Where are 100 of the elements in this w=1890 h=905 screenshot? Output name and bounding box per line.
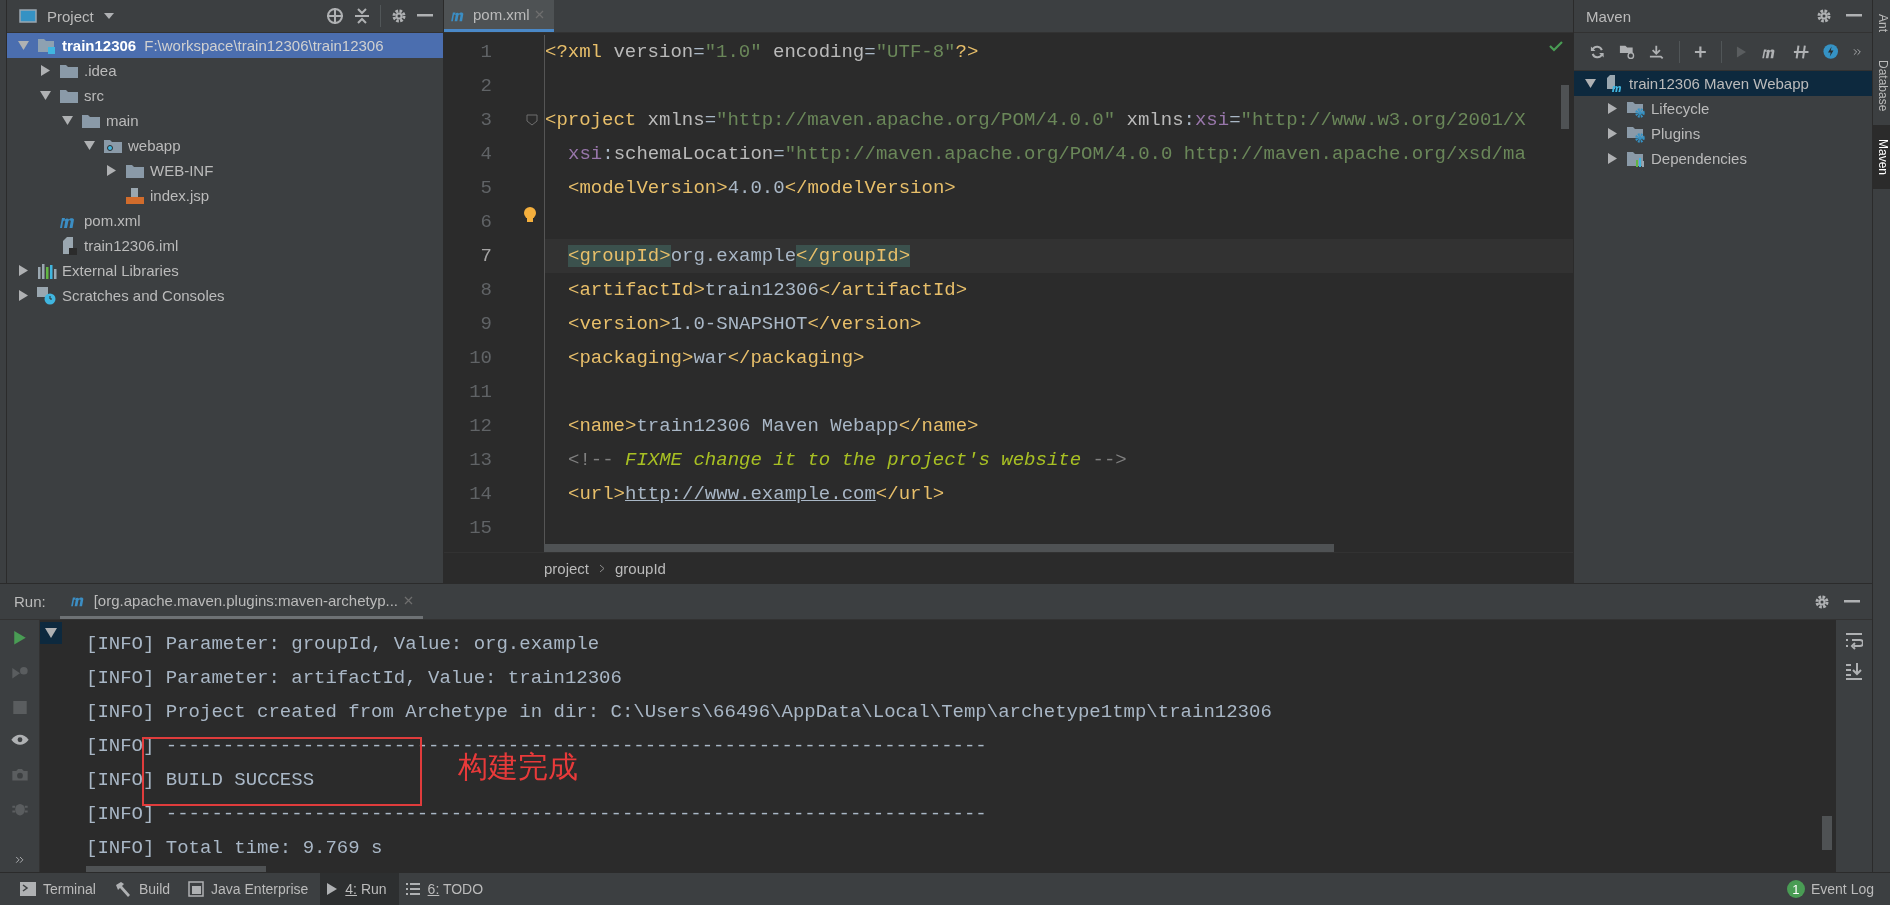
side-tab[interactable]: Ant	[1873, 0, 1890, 46]
line-number: 7	[479, 245, 492, 267]
tree-item[interactable]: Lifecycle	[1574, 96, 1872, 121]
tool-window-tab[interactable]: Java Enterprise	[182, 873, 321, 905]
tool-window-tab[interactable]: 6: TODO	[398, 873, 496, 905]
line-number: 5	[479, 177, 492, 199]
line-number: 14	[468, 483, 492, 505]
panel-title: Run:	[14, 593, 46, 610]
fold-marker-icon[interactable]	[526, 114, 538, 126]
folder-icon	[125, 162, 145, 179]
maven-project-icon	[1604, 74, 1624, 93]
folder-bars-icon	[1626, 149, 1646, 168]
event-log-button[interactable]: Event Log	[1810, 881, 1874, 897]
editor-tab[interactable]: pom.xml	[444, 0, 554, 32]
notification-count: 1	[1786, 880, 1805, 898]
lightbulb-icon[interactable]	[523, 206, 537, 224]
expand-arrow-icon[interactable]	[1606, 128, 1618, 139]
run-icon[interactable]	[12, 630, 27, 646]
download-icon[interactable]	[1648, 43, 1666, 60]
folder-gear-icon	[1626, 99, 1646, 118]
settings-icon[interactable]	[1816, 8, 1832, 24]
folder-refresh-icon[interactable]	[1618, 43, 1635, 60]
run-icon	[326, 882, 339, 896]
tree-item[interactable]: train12306 F:\workspace\train12306\train12306	[7, 33, 443, 58]
hammer-icon	[113, 881, 132, 897]
scrollbar-thumb[interactable]	[1822, 816, 1832, 850]
side-tab[interactable]: Database	[1873, 46, 1890, 126]
folder-icon	[59, 87, 79, 104]
eye-icon[interactable]	[9, 734, 30, 748]
tree-item[interactable]: .idea	[7, 58, 443, 83]
skip-tests-icon[interactable]	[1793, 43, 1810, 60]
tool-window-tab[interactable]: Terminal	[14, 873, 108, 905]
panel-title: Maven	[1586, 7, 1632, 25]
soft-wrap-icon[interactable]	[1845, 632, 1863, 650]
scrollbar-thumb[interactable]	[86, 866, 266, 872]
line-number: 3	[479, 109, 492, 131]
jsp-file-icon	[125, 186, 145, 205]
tree-item[interactable]: Scratches and Consoles	[7, 283, 443, 308]
tree-item[interactable]: train12306 Maven Webapp	[1574, 71, 1872, 96]
line-number: 8	[479, 279, 492, 301]
console-line: [INFO] Project created from Archetype in dir: C:\Users\66496\AppData\Local\Temp\archetype1tmp\train12306	[86, 700, 1272, 725]
tree-item[interactable]: src	[7, 83, 443, 108]
side-tab[interactable]: Maven	[1873, 125, 1890, 190]
tree-item[interactable]: main	[7, 108, 443, 133]
terminal-icon	[20, 882, 36, 896]
tree-item[interactable]: Plugins	[1574, 121, 1872, 146]
line-number: 1	[479, 41, 492, 63]
scrollbar-thumb[interactable]	[1561, 85, 1569, 129]
check-mark-icon	[1549, 41, 1563, 52]
expand-arrow-icon[interactable]	[61, 115, 73, 126]
panel-title[interactable]: Project	[47, 7, 94, 25]
expand-arrow-icon[interactable]	[105, 165, 117, 176]
tree-item[interactable]: train12306.iml	[7, 233, 443, 258]
tree-item[interactable]: External Libraries	[7, 258, 443, 283]
minimize-icon[interactable]	[1846, 14, 1862, 18]
lightning-icon[interactable]	[1823, 43, 1839, 60]
module-folder-icon	[37, 36, 57, 55]
line-number: 12	[468, 415, 492, 437]
scroll-to-end-icon[interactable]	[1845, 662, 1863, 680]
minimize-icon[interactable]	[417, 14, 433, 18]
tree-item[interactable]: index.jsp	[7, 183, 443, 208]
expand-arrow-icon[interactable]	[1606, 153, 1618, 164]
console-line: [INFO] Total time: 9.769 s	[86, 836, 383, 861]
tree-item[interactable]: Dependencies	[1574, 146, 1872, 171]
locate-icon[interactable]	[326, 7, 344, 25]
line-number: 10	[468, 347, 492, 369]
tree-item[interactable]: pom.xml	[7, 208, 443, 233]
expand-arrow-icon[interactable]	[39, 90, 51, 101]
expand-arrow-icon[interactable]	[83, 140, 95, 151]
folder-icon	[81, 112, 101, 129]
expand-arrow-icon[interactable]	[1584, 78, 1596, 89]
more-icon[interactable]	[1852, 47, 1862, 56]
tool-window-tab[interactable]: 4: Run	[320, 873, 399, 905]
expand-arrow-icon[interactable]	[17, 290, 29, 301]
line-number: 2	[479, 75, 492, 97]
libraries-icon	[37, 262, 57, 279]
console-line: [INFO] Parameter: groupId, Value: org.example	[86, 632, 600, 657]
expand-arrow-icon[interactable]	[17, 265, 29, 276]
breadcrumb[interactable]: project	[544, 559, 590, 577]
web-folder-icon	[103, 137, 123, 154]
line-number: 13	[468, 449, 492, 471]
settings-icon[interactable]	[1814, 593, 1830, 610]
expand-arrow-icon[interactable]	[1606, 103, 1618, 114]
scrollbar-thumb[interactable]	[544, 544, 1334, 552]
settings-icon[interactable]	[391, 8, 407, 24]
plus-icon[interactable]	[1694, 44, 1707, 59]
console-line: [INFO] Parameter: artifactId, Value: train12306	[86, 666, 622, 691]
line-number: 9	[479, 313, 492, 335]
refresh-icon[interactable]	[1590, 43, 1605, 60]
tree-item[interactable]: webapp	[7, 133, 443, 158]
chevron-icon	[599, 563, 606, 573]
tree-item[interactable]: WEB-INF	[7, 158, 443, 183]
dropdown-caret-icon[interactable]	[103, 13, 114, 19]
expand-arrow-icon[interactable]	[39, 65, 51, 76]
minimize-icon[interactable]	[1844, 599, 1860, 604]
tool-window-tab[interactable]: Build	[107, 873, 183, 905]
more-icon[interactable]	[14, 856, 25, 864]
collapse-all-icon[interactable]	[354, 8, 370, 24]
breadcrumb[interactable]: groupId	[615, 559, 666, 577]
enterprise-icon	[188, 881, 205, 897]
